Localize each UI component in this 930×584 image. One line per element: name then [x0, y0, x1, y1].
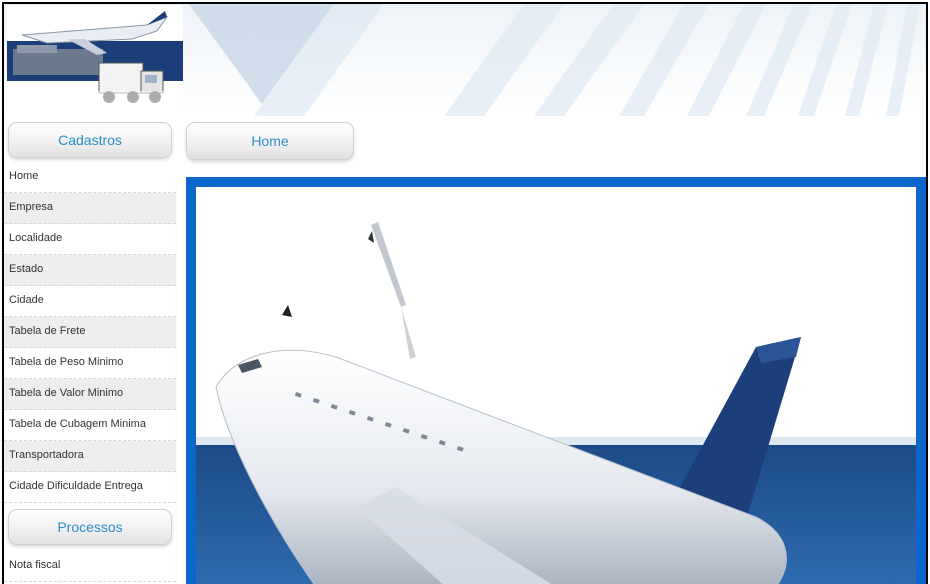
- tab-home[interactable]: Home: [186, 122, 354, 160]
- sidebar: Cadastros Home Empresa Localidade Estado…: [4, 122, 176, 584]
- processos-section-header[interactable]: Processos: [8, 509, 172, 545]
- menu-item-empresa[interactable]: Empresa: [4, 193, 176, 224]
- menu-item-tabela-cubagem-minima[interactable]: Tabela de Cubagem Minima: [4, 410, 176, 441]
- header-banner: [4, 4, 926, 116]
- company-logo: [7, 5, 183, 111]
- menu-item-cidade-dificuldade-entrega[interactable]: Cidade Dificuldade Entrega: [4, 472, 176, 503]
- menu-item-tabela-valor-minimo[interactable]: Tabela de Valor Minimo: [4, 379, 176, 410]
- app-frame: Cadastros Home Empresa Localidade Estado…: [2, 2, 928, 584]
- menu-item-tabela-frete[interactable]: Tabela de Frete: [4, 317, 176, 348]
- menu-item-cidade[interactable]: Cidade: [4, 286, 176, 317]
- menu-item-nota-fiscal[interactable]: Nota fiscal: [4, 551, 176, 582]
- processos-menu: Nota fiscal: [4, 551, 176, 582]
- main-content: [186, 177, 926, 584]
- menu-item-home[interactable]: Home: [4, 162, 176, 193]
- cadastros-section-header[interactable]: Cadastros: [8, 122, 172, 158]
- menu-item-estado[interactable]: Estado: [4, 255, 176, 286]
- menu-item-localidade[interactable]: Localidade: [4, 224, 176, 255]
- cadastros-menu: Home Empresa Localidade Estado Cidade Ta…: [4, 162, 176, 503]
- menu-item-transportadora[interactable]: Transportadora: [4, 441, 176, 472]
- airplane-hero-image: [196, 187, 916, 584]
- menu-item-tabela-peso-minimo[interactable]: Tabela de Peso Minimo: [4, 348, 176, 379]
